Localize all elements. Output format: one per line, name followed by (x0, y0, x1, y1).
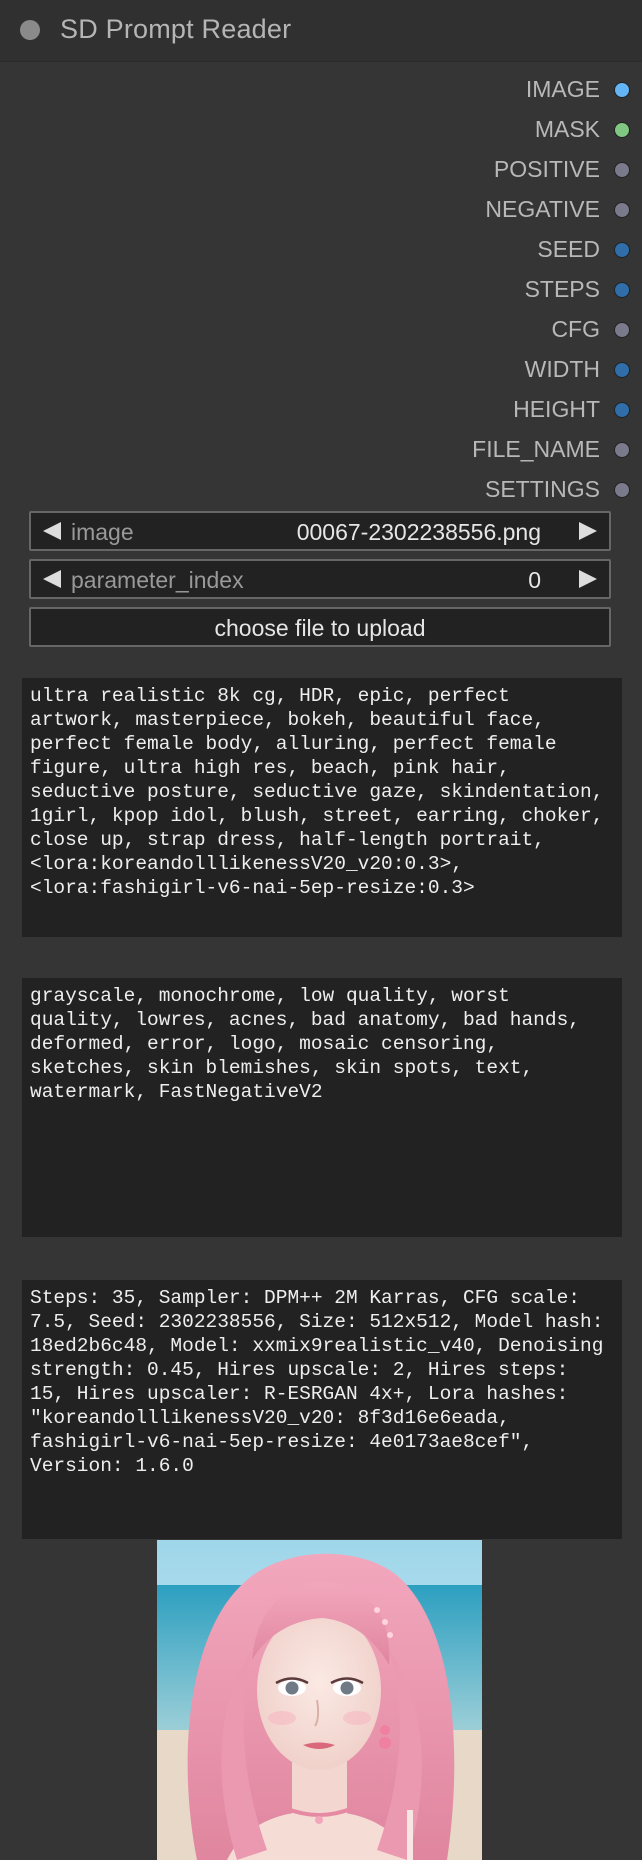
output-slot-steps[interactable]: STEPS (0, 272, 642, 312)
node-title: SD Prompt Reader (60, 14, 292, 44)
output-label: STEPS (524, 276, 600, 302)
portrait-preview-image (157, 1540, 482, 1860)
positive-prompt-textarea[interactable]: ultra realistic 8k cg, HDR, epic, perfec… (22, 678, 622, 937)
slot-dot-icon[interactable] (614, 322, 630, 338)
output-label: HEIGHT (513, 396, 600, 422)
slot-dot-icon[interactable] (614, 162, 630, 178)
output-label: WIDTH (524, 356, 600, 382)
arrow-left-icon[interactable] (43, 570, 61, 588)
upload-button[interactable]: choose file to upload (29, 607, 611, 647)
slot-dot-icon[interactable] (614, 362, 630, 378)
image-combo-widget[interactable]: image 00067-2302238556.png (29, 511, 611, 551)
output-slot-width[interactable]: WIDTH (0, 352, 642, 392)
upload-button-label: choose file to upload (214, 615, 426, 641)
output-slot-positive[interactable]: POSITIVE (0, 152, 642, 192)
arrow-right-icon[interactable] (579, 522, 597, 540)
node-title-bar[interactable]: SD Prompt Reader (0, 0, 642, 62)
output-slot-file-name[interactable]: FILE_NAME (0, 432, 642, 472)
output-label: FILE_NAME (472, 436, 600, 462)
output-label: SEED (537, 236, 600, 262)
slot-dot-icon[interactable] (614, 442, 630, 458)
output-slot-negative[interactable]: NEGATIVE (0, 192, 642, 232)
output-label: MASK (534, 116, 600, 142)
output-slot-mask[interactable]: MASK (0, 112, 642, 152)
output-label: POSITIVE (493, 156, 600, 182)
image-preview (157, 1540, 482, 1860)
widget-label: image (71, 519, 134, 545)
output-slot-image[interactable]: IMAGE (0, 72, 642, 112)
arrow-left-icon[interactable] (43, 522, 61, 540)
slot-dot-icon[interactable] (614, 482, 630, 498)
slot-dot-icon[interactable] (614, 282, 630, 298)
output-slot-cfg[interactable]: CFG (0, 312, 642, 352)
widget-value: 00067-2302238556.png (296, 519, 541, 545)
negative-prompt-textarea[interactable]: grayscale, monochrome, low quality, wors… (22, 978, 622, 1237)
slot-dot-icon[interactable] (614, 242, 630, 258)
sd-prompt-reader-node: SD Prompt Reader IMAGE MASK POSITIVE NEG… (0, 0, 642, 1860)
widget-label: parameter_index (71, 567, 244, 593)
parameter-index-widget[interactable]: parameter_index 0 (29, 559, 611, 599)
slot-dot-icon[interactable] (614, 82, 630, 98)
slot-dot-icon[interactable] (614, 402, 630, 418)
output-slot-height[interactable]: HEIGHT (0, 392, 642, 432)
arrow-right-icon[interactable] (579, 570, 597, 588)
output-label: NEGATIVE (485, 196, 600, 222)
collapse-dot-icon[interactable] (20, 20, 40, 40)
output-label: SETTINGS (484, 476, 600, 502)
output-label: CFG (551, 316, 600, 342)
settings-textarea[interactable]: Steps: 35, Sampler: DPM++ 2M Karras, CFG… (22, 1280, 622, 1539)
slot-dot-icon[interactable] (614, 122, 630, 138)
slot-dot-icon[interactable] (614, 202, 630, 218)
output-slot-settings[interactable]: SETTINGS (0, 472, 642, 512)
output-label: IMAGE (525, 76, 600, 102)
widget-value: 0 (528, 567, 541, 593)
output-slot-seed[interactable]: SEED (0, 232, 642, 272)
